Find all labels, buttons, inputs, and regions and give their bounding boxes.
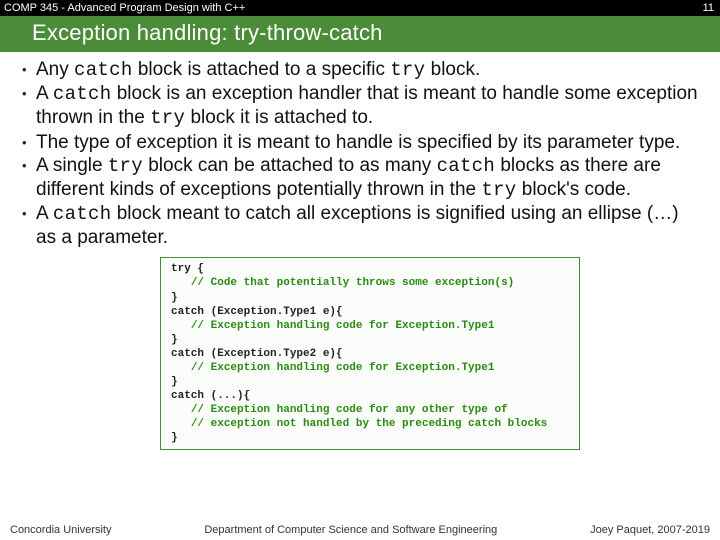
footer-left: Concordia University	[10, 524, 111, 536]
bullet-marker: •	[22, 58, 36, 82]
bullet-item: •A single try block can be attached to a…	[22, 154, 698, 202]
slide-top-bar: COMP 345 - Advanced Program Design with …	[0, 0, 720, 16]
bullet-marker: •	[22, 202, 36, 249]
slide-body: •Any catch block is attached to a specif…	[0, 52, 720, 249]
bullet-text: A catch block is an exception handler th…	[36, 82, 698, 130]
course-label: COMP 345 - Advanced Program Design with …	[4, 2, 245, 14]
bullet-marker: •	[22, 154, 36, 202]
footer-center: Department of Computer Science and Softw…	[111, 524, 590, 536]
code-example: try { // Code that potentially throws so…	[160, 257, 580, 450]
bullet-text: Any catch block is attached to a specifi…	[36, 58, 698, 82]
bullet-item: •A catch block is an exception handler t…	[22, 82, 698, 130]
bullet-text: A single try block can be attached to as…	[36, 154, 698, 202]
bullet-item: •A catch block meant to catch all except…	[22, 202, 698, 249]
footer-right: Joey Paquet, 2007-2019	[590, 524, 710, 536]
bullet-marker: •	[22, 131, 36, 154]
bullet-text: The type of exception it is meant to han…	[36, 131, 698, 154]
bullet-item: •The type of exception it is meant to ha…	[22, 131, 698, 154]
bullet-text: A catch block meant to catch all excepti…	[36, 202, 698, 249]
bullet-item: •Any catch block is attached to a specif…	[22, 58, 698, 82]
slide-footer: Concordia University Department of Compu…	[0, 520, 720, 540]
slide-title: Exception handling: try-throw-catch	[0, 16, 720, 52]
bullet-marker: •	[22, 82, 36, 130]
slide-number: 11	[703, 2, 714, 14]
